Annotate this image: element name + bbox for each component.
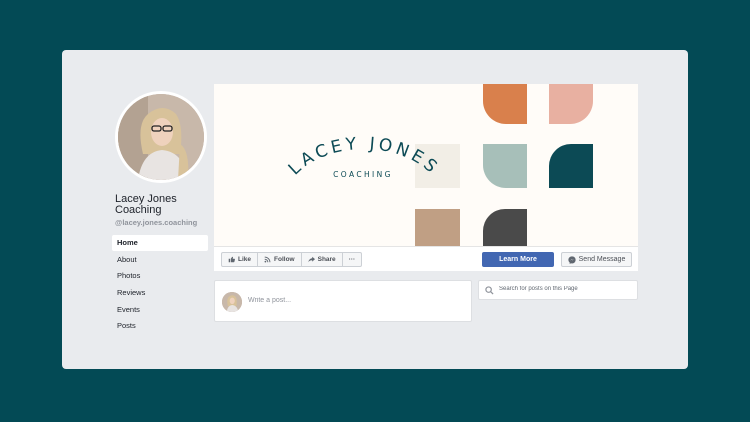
cover-graphic: LACEY JONES COACHING bbox=[285, 84, 593, 246]
page-action-bar: Like Follow Share ··· Learn More Send Me… bbox=[214, 246, 638, 271]
page-title: Lacey Jones Coaching bbox=[115, 193, 177, 216]
rss-icon bbox=[264, 256, 271, 263]
cover-shape-teal bbox=[549, 144, 593, 188]
nav-item-photos[interactable]: Photos bbox=[112, 268, 208, 284]
send-message-label: Send Message bbox=[578, 256, 626, 263]
action-button-group: Like Follow Share ··· bbox=[221, 252, 363, 267]
cover-logo-bottom: COACHING bbox=[333, 170, 393, 179]
thumbs-up-icon bbox=[228, 256, 235, 263]
send-message-button[interactable]: Send Message bbox=[561, 252, 632, 267]
post-composer bbox=[214, 280, 472, 322]
nav-item-home[interactable]: Home bbox=[112, 235, 208, 251]
share-label: Share bbox=[317, 256, 336, 263]
nav-item-events[interactable]: Events bbox=[112, 302, 208, 318]
more-options-button[interactable]: ··· bbox=[343, 253, 362, 266]
search-posts-input[interactable] bbox=[499, 286, 635, 292]
cover-shape-blush bbox=[549, 84, 593, 124]
messenger-icon bbox=[568, 255, 576, 264]
like-label: Like bbox=[238, 256, 252, 263]
page-nav: Home About Photos Reviews Events Posts bbox=[112, 235, 208, 335]
like-button[interactable]: Like bbox=[222, 253, 259, 266]
page-handle[interactable]: @lacey.jones.coaching bbox=[115, 218, 197, 227]
cover-shape-charcoal bbox=[483, 209, 527, 246]
learn-more-button[interactable]: Learn More bbox=[482, 252, 554, 267]
share-button[interactable]: Share bbox=[302, 253, 343, 266]
search-icon bbox=[485, 286, 494, 295]
profile-photo bbox=[118, 94, 204, 180]
write-post-input[interactable] bbox=[248, 297, 448, 304]
page-search bbox=[478, 280, 638, 300]
follow-button[interactable]: Follow bbox=[258, 253, 302, 266]
profile-avatar[interactable] bbox=[115, 91, 207, 183]
more-label: ··· bbox=[348, 256, 356, 263]
share-arrow-icon bbox=[307, 256, 315, 263]
nav-item-reviews[interactable]: Reviews bbox=[112, 285, 208, 301]
nav-item-about[interactable]: About bbox=[112, 252, 208, 268]
composer-avatar bbox=[222, 292, 242, 312]
follow-label: Follow bbox=[274, 256, 295, 263]
cover-shape-sage bbox=[483, 144, 527, 188]
nav-item-posts[interactable]: Posts bbox=[112, 318, 208, 334]
cover-photo[interactable]: LACEY JONES COACHING bbox=[214, 84, 638, 246]
cover-shape-tan bbox=[415, 209, 460, 246]
cover-shape-orange bbox=[483, 84, 527, 124]
